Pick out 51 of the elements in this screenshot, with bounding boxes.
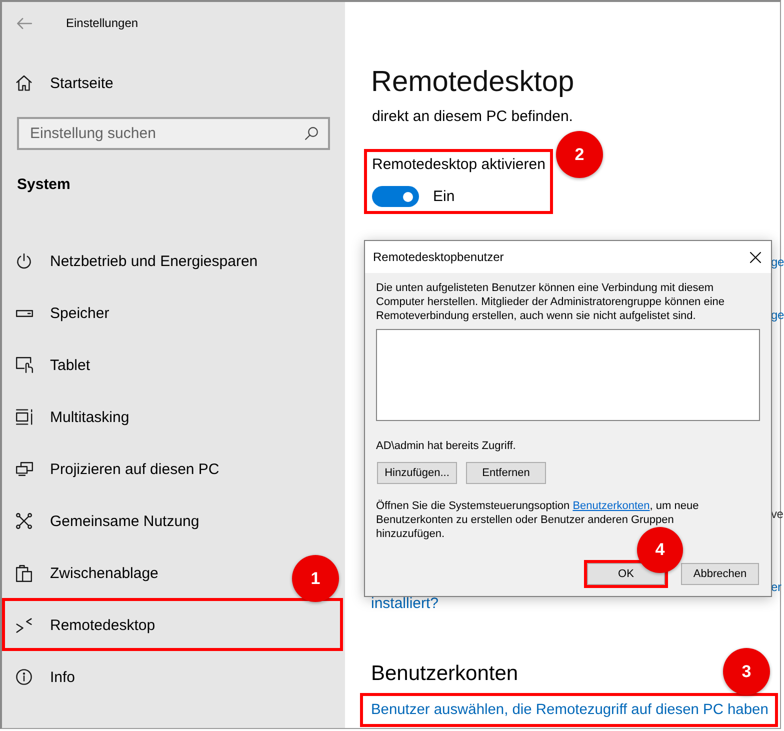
power-icon [16,253,32,269]
nav-item[interactable]: Remotedesktop [2,599,168,651]
nav-item[interactable]: Multitasking [2,391,142,443]
back-button[interactable] [17,17,33,29]
remove-button[interactable]: Entfernen [466,462,546,484]
select-users-link[interactable]: Benutzer auswählen, die Remotezugriff auf diesen PC haben [371,700,768,720]
back-arrow-icon [17,18,32,28]
access-note: AD\admin hat bereits Zugriff. [376,439,517,453]
network-nodes-icon [16,513,32,529]
nav-item[interactable]: Zwischenablage [2,547,170,599]
section-heading: System [17,175,70,195]
nav-item[interactable]: Projizieren auf diesen PC [2,443,232,495]
add-button[interactable]: Hinzufügen... [377,462,457,484]
toggle-label: Remotedesktop aktivieren [372,156,546,174]
close-icon [750,252,761,262]
home-icon [16,75,32,91]
search-icon [305,127,318,140]
toggle-state-text: Ein [433,186,455,206]
nav-item[interactable]: Info [2,651,88,703]
window-title: Einstellungen [66,15,138,31]
section-heading: Benutzerkonten [371,661,518,687]
link-fragment[interactable]: ge [771,254,784,270]
step-number-badge: 1 [292,555,339,602]
user-accounts-link[interactable]: Benutzerkonten [572,500,650,512]
step-number-badge: 4 [637,527,683,573]
tablet-touch-icon [16,357,34,373]
multitasking-icon [16,409,33,425]
nav-item[interactable]: Speicher [2,287,122,339]
search-field[interactable]: Einstellung suchen [17,117,330,150]
clipboard-icon [16,564,32,582]
home-link[interactable]: Startseite [2,63,126,103]
cancel-button[interactable]: Abbrechen [681,563,759,585]
monitors-icon [16,462,33,476]
close-button[interactable] [750,252,761,262]
description-text: direkt an diesem PC befinden. [372,107,573,127]
ok-button[interactable]: OK [587,563,665,585]
text-fragment: ve [771,506,784,522]
nav-item[interactable]: Tablet [2,339,102,391]
user-list[interactable] [376,329,760,421]
step-number-badge: 2 [556,131,603,178]
drive-icon [16,310,33,316]
nav-item[interactable]: Netzbetrieb und Energiesparen [2,235,270,287]
step-number-badge: 3 [723,648,770,695]
help-link[interactable]: installiert? [371,596,439,612]
dialog-description: Die unten aufgelisteten Benutzer können eine Verbindung mit diesem Computer herstellen. Mitglieder der Administratorengruppe können eine Remoteverbindung erstellen, auch wenn sie nicht aufgelistet sind. [376,281,726,323]
page-title: Remotedesktop [371,65,574,100]
link-fragment[interactable]: ge [771,307,784,323]
nav-item[interactable]: Gemeinsame Nutzung [2,495,212,547]
info-icon [16,669,32,685]
dialog-title: Remotedesktopbenutzer [373,249,504,265]
toggle-switch[interactable] [372,186,419,207]
